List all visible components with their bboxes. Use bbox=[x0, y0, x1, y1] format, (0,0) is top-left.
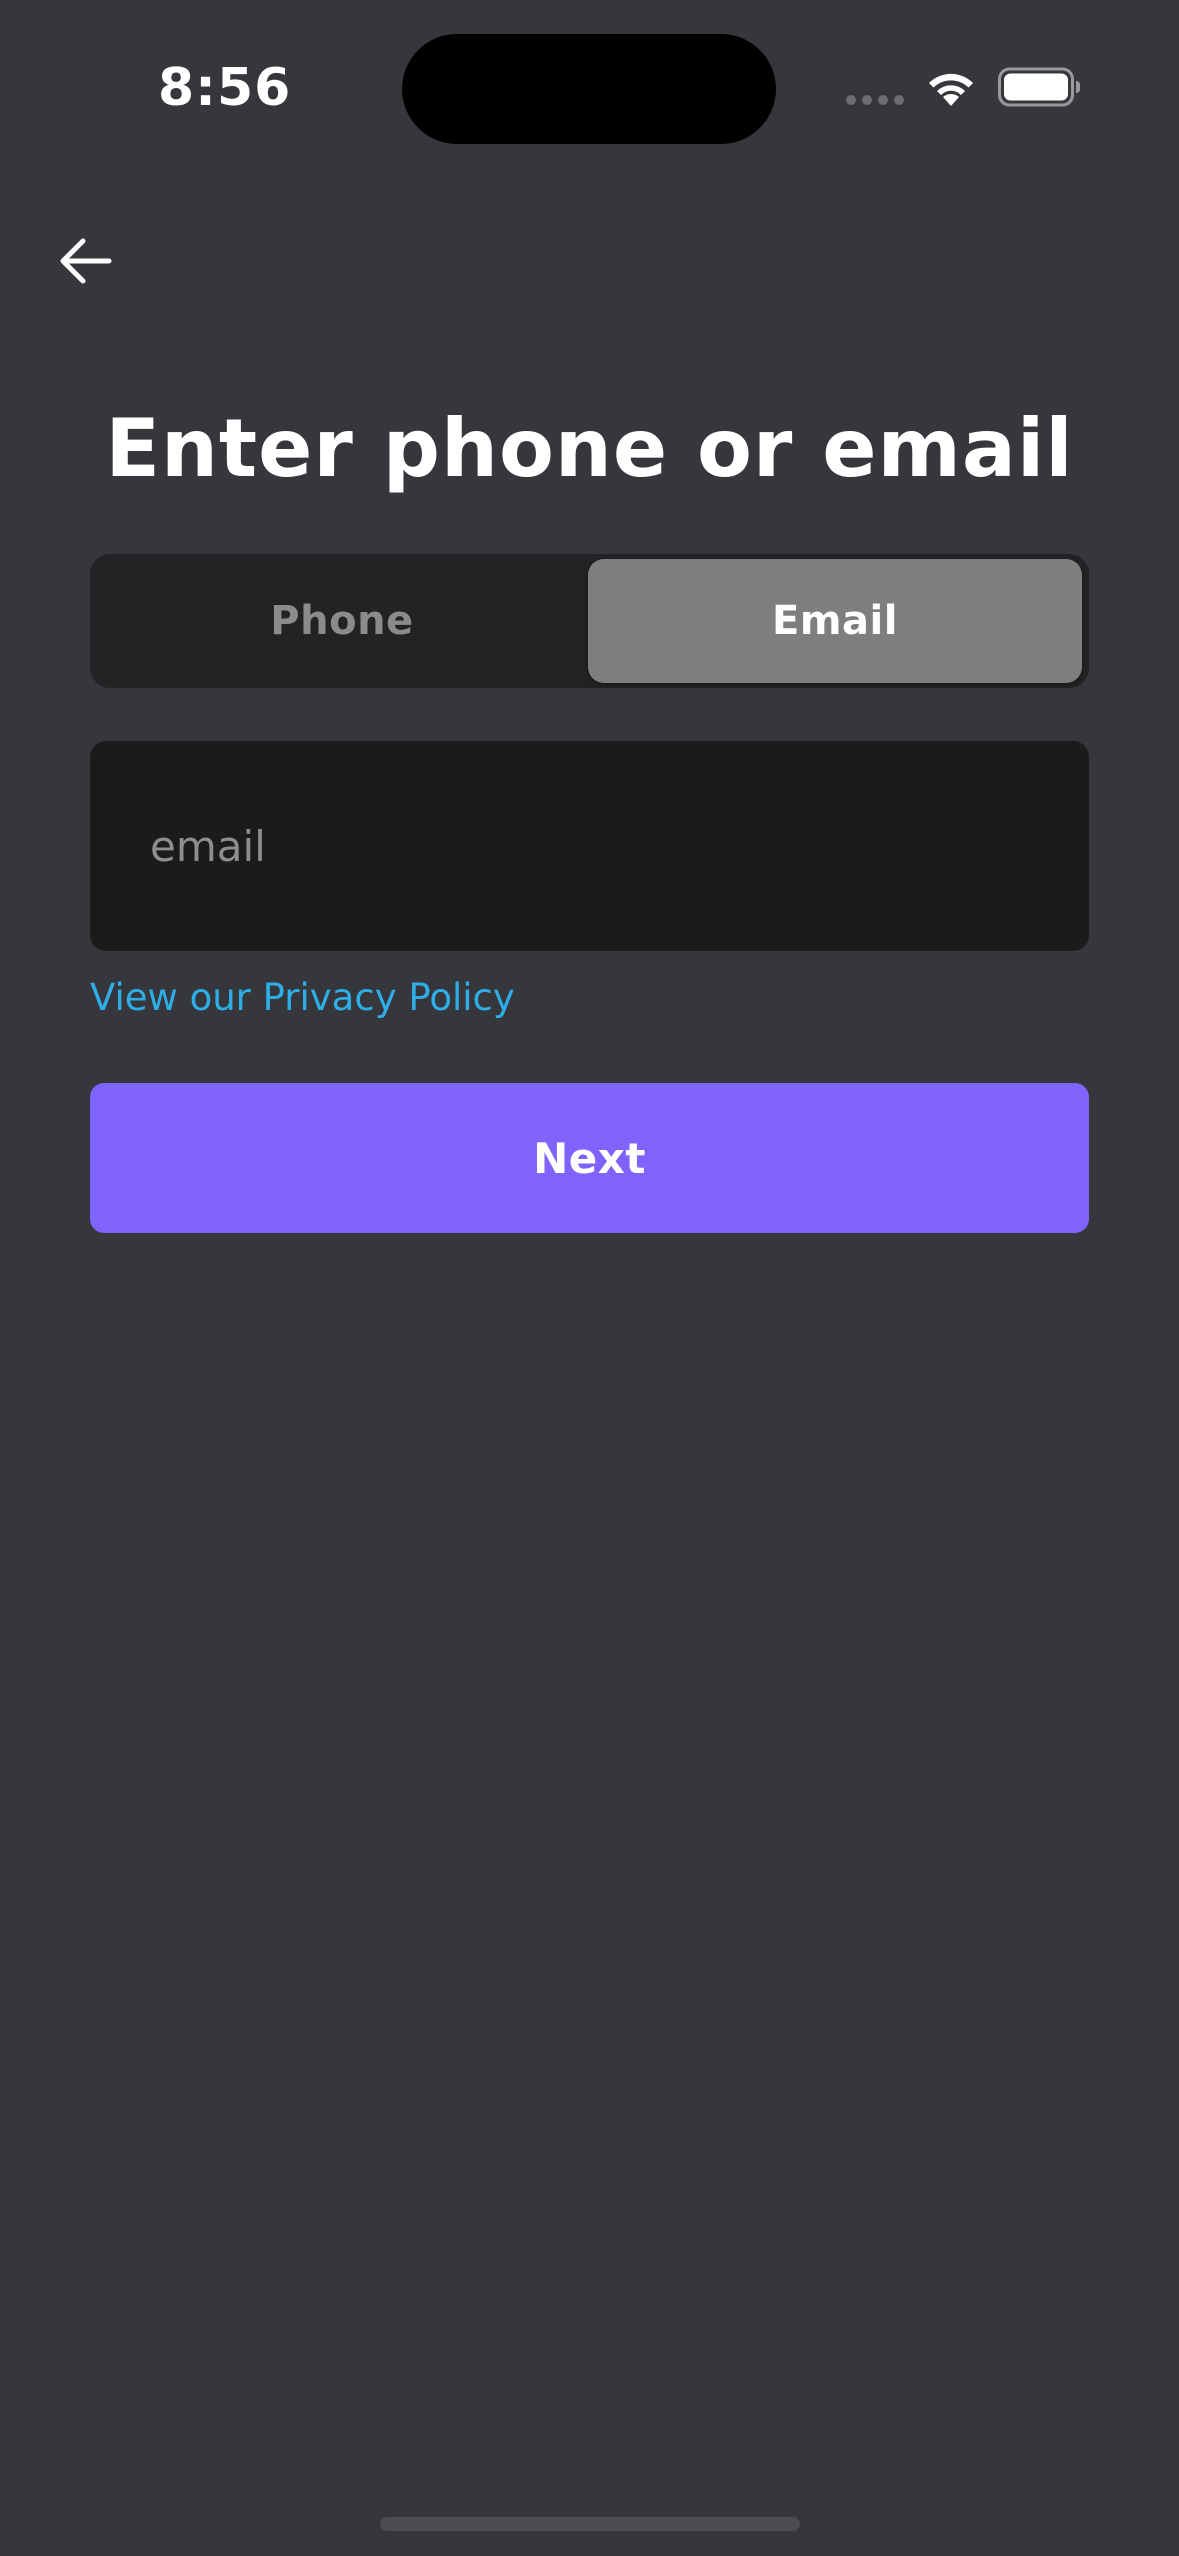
tab-phone[interactable]: Phone bbox=[95, 559, 589, 683]
page-title: Enter phone or email bbox=[105, 402, 1074, 495]
battery-icon bbox=[998, 67, 1080, 107]
contact-method-selector: Phone Email bbox=[90, 554, 1089, 688]
status-bar: 8:56 bbox=[0, 0, 1179, 170]
arrow-left-icon bbox=[60, 238, 112, 284]
email-field[interactable] bbox=[90, 741, 1089, 951]
status-time: 8:56 bbox=[158, 58, 292, 118]
privacy-policy-link[interactable]: View our Privacy Policy bbox=[90, 976, 515, 1019]
home-indicator bbox=[380, 2517, 800, 2531]
tab-email[interactable]: Email bbox=[588, 559, 1082, 683]
dynamic-island bbox=[402, 34, 776, 144]
next-button[interactable]: Next bbox=[90, 1083, 1089, 1233]
back-button[interactable] bbox=[50, 226, 120, 296]
cellular-signal-icon bbox=[846, 95, 906, 107]
wifi-icon bbox=[929, 73, 973, 106]
